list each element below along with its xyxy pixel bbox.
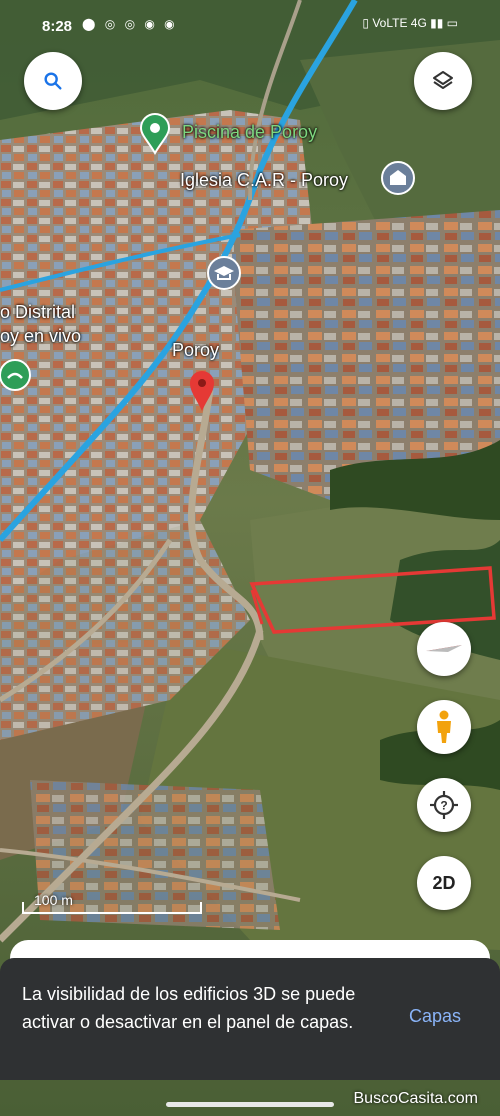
- church-icon[interactable]: [380, 160, 416, 196]
- system-indicators: ▯ VoLTE 4G ▮▮ ▭: [362, 16, 458, 30]
- label-iglesia[interactable]: Iglesia C.A.R - Poroy: [180, 170, 348, 191]
- search-button[interactable]: [24, 52, 82, 110]
- compass-icon: [426, 645, 462, 652]
- scale-label: 100 m: [34, 892, 73, 908]
- compass-button[interactable]: [417, 622, 471, 676]
- label-poroy[interactable]: Poroy: [172, 340, 219, 361]
- pool-pin-icon[interactable]: [138, 113, 172, 155]
- snackbar-capas-button[interactable]: Capas: [409, 1006, 461, 1027]
- park-icon[interactable]: [0, 358, 34, 392]
- scale-bar: 100 m: [22, 892, 202, 914]
- layers-icon: [433, 71, 453, 89]
- label-piscina[interactable]: Piscina de Poroy: [182, 122, 317, 143]
- view-2d-button[interactable]: 2D: [417, 856, 471, 910]
- school-icon[interactable]: [206, 255, 242, 291]
- pegman-icon: [437, 710, 451, 743]
- search-icon: [44, 72, 62, 90]
- status-time: 8:28: [42, 18, 73, 35]
- label-distrital-line2[interactable]: oy en vivo: [0, 326, 81, 347]
- watermark: BuscoCasita.com: [353, 1090, 479, 1107]
- svg-text:?: ?: [440, 799, 447, 813]
- gesture-nav-bar[interactable]: [166, 1102, 334, 1107]
- location-question-icon: ?: [430, 791, 458, 819]
- street-view-button[interactable]: [417, 700, 471, 754]
- notification-icons: ⬤ ◎ ◎ ◉ ◉: [82, 17, 178, 31]
- snackbar: La visibilidad de los edificios 3D se pu…: [0, 958, 500, 1080]
- my-location-button[interactable]: ?: [417, 778, 471, 832]
- snackbar-message: La visibilidad de los edificios 3D se pu…: [22, 984, 356, 1032]
- status-bar: 8:28 ⬤ ◎ ◎ ◉ ◉ ▯ VoLTE 4G ▮▮ ▭: [0, 0, 500, 50]
- layers-button[interactable]: [414, 52, 472, 110]
- location-pin-icon[interactable]: [188, 370, 216, 412]
- label-distrital-line1[interactable]: o Distrital: [0, 302, 75, 323]
